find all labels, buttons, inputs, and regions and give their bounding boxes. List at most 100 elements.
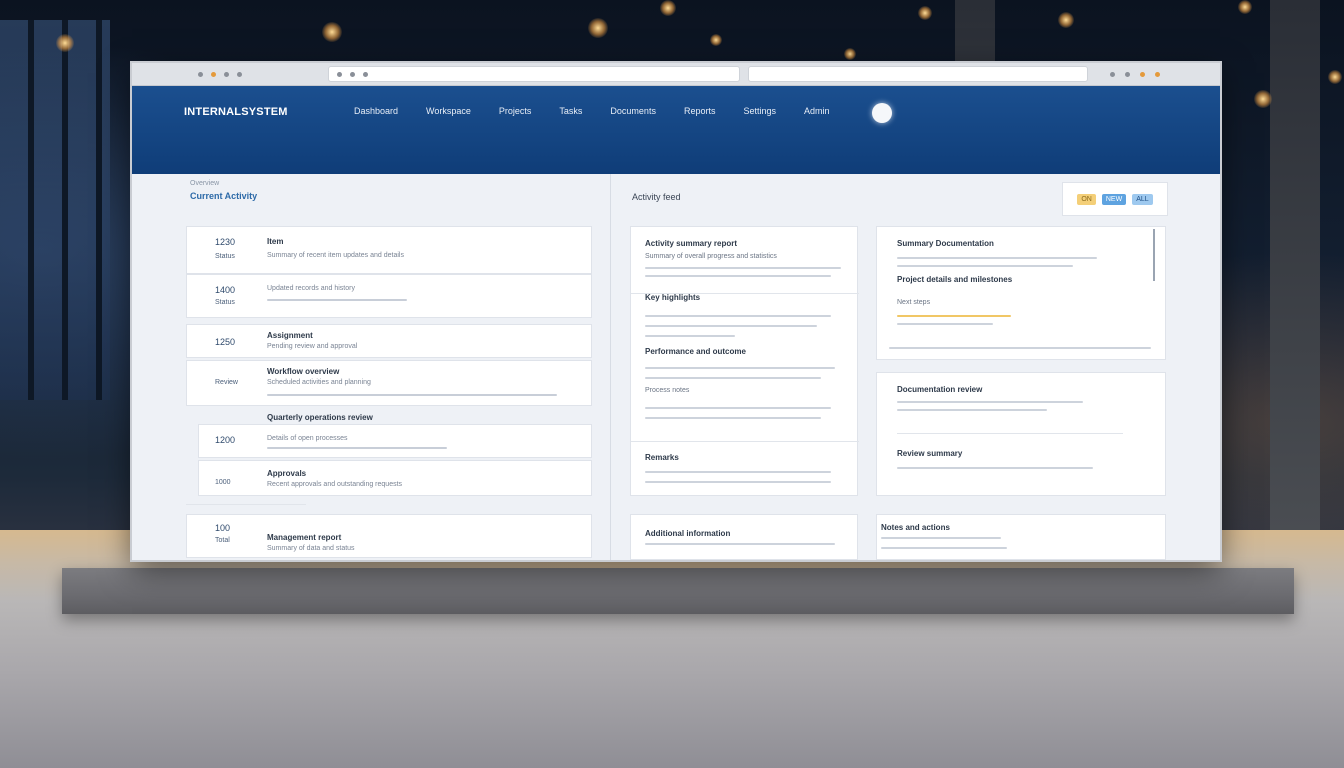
nav-item[interactable]: Dashboard: [354, 106, 398, 116]
nav-item[interactable]: Projects: [499, 106, 532, 116]
window-control-icon[interactable]: [211, 71, 216, 77]
panel-subtitle: Project details and milestones: [897, 275, 1013, 284]
main-content: Overview Current Activity 1230 Status It…: [132, 174, 1220, 560]
divider: [897, 433, 1123, 434]
placeholder-line: [645, 325, 817, 327]
placeholder-line: [897, 467, 1093, 469]
list-item[interactable]: 1000 Approvals Recent approvals and outs…: [198, 460, 592, 496]
brand-logo[interactable]: INTERNALSYSTEM: [184, 106, 334, 118]
browser-icons: [1110, 71, 1160, 77]
list-item[interactable]: 1200 Quarterly operations review Details…: [198, 413, 592, 458]
item-title: Item: [267, 237, 284, 246]
back-icon[interactable]: [337, 71, 342, 77]
placeholder-line: [897, 401, 1083, 403]
item-title: Approvals: [267, 469, 307, 478]
extension-icon[interactable]: [1155, 71, 1160, 77]
panel-heading: Remarks: [645, 453, 679, 462]
item-subtitle: Recent approvals and outstanding request…: [267, 481, 403, 488]
placeholder-line: [645, 335, 735, 337]
placeholder-line: [267, 447, 447, 449]
placeholder-line: [645, 275, 831, 277]
list-item[interactable]: 1400 Status Updated records and history: [186, 274, 592, 318]
bokeh-light: [1238, 0, 1252, 14]
browser-toolbar: [132, 63, 1220, 86]
list-item[interactable]: Review Workflow overview Scheduled activ…: [186, 360, 592, 406]
placeholder-line: [645, 377, 821, 379]
placeholder-line: [881, 547, 1007, 549]
item-status: Status: [215, 299, 235, 306]
toggle-button[interactable]: NEW: [1101, 193, 1127, 205]
item-code: 100: [215, 523, 231, 533]
placeholder-line: [267, 299, 407, 301]
item-subtitle: Summary of data and status: [267, 545, 355, 552]
placeholder-line: [645, 315, 831, 317]
highlight-line: [897, 315, 1011, 317]
address-bar[interactable]: [328, 66, 740, 82]
placeholder-line: [897, 257, 1097, 259]
user-avatar[interactable]: [871, 103, 892, 123]
item-subtitle: Details of open processes: [267, 435, 348, 442]
panel-heading: Key highlights: [645, 293, 701, 302]
window-control-icon[interactable]: [237, 71, 242, 77]
panel-subtitle: Process notes: [645, 387, 690, 394]
item-subtitle: Pending review and approval: [267, 343, 358, 350]
placeholder-line: [645, 543, 835, 545]
item-subtitle: Scheduled activities and planning: [267, 379, 371, 386]
panel-subtitle: Summary of overall progress and statisti…: [645, 253, 777, 260]
placeholder-line: [645, 481, 831, 483]
column-divider: [610, 174, 611, 560]
item-subtitle: Updated records and history: [267, 285, 355, 292]
toggle-button[interactable]: ALL: [1132, 193, 1153, 205]
nav-item[interactable]: Documents: [610, 106, 656, 116]
bokeh-light: [918, 6, 932, 20]
summary-documentation-panel: Summary Documentation Project details an…: [876, 226, 1166, 360]
bokeh-light: [1058, 12, 1074, 28]
panel-heading: Summary Documentation: [897, 239, 994, 248]
placeholder-line: [897, 409, 1047, 411]
nav-item[interactable]: Tasks: [559, 106, 582, 116]
left-section-header: Overview Current Activity: [190, 180, 310, 214]
nav-item[interactable]: Settings: [743, 106, 776, 116]
divider: [631, 441, 859, 442]
bokeh-light: [660, 0, 676, 16]
item-title: Quarterly operations review: [267, 413, 373, 422]
item-code: 1400: [215, 285, 236, 295]
documentation-review-panel: Documentation review Review summary: [876, 372, 1166, 496]
list-item[interactable]: 1230 Status Item Summary of recent item …: [186, 226, 592, 274]
window-mullion: [28, 20, 34, 400]
nav-item[interactable]: Workspace: [426, 106, 471, 116]
extension-icon[interactable]: [1110, 71, 1115, 77]
placeholder-line: [897, 265, 1073, 267]
item-code: 1000: [215, 479, 231, 486]
divider: [186, 504, 306, 505]
extension-icon[interactable]: [1125, 71, 1130, 77]
window-mullion: [62, 20, 68, 400]
app-header: INTERNALSYSTEM Dashboard Workspace Proje…: [132, 86, 1220, 174]
toggle-button[interactable]: ON: [1077, 193, 1096, 205]
window-control-icon[interactable]: [198, 71, 203, 77]
item-status: Total: [215, 537, 230, 544]
placeholder-line: [645, 417, 821, 419]
notes-panel: Notes and actions: [876, 514, 1166, 560]
placeholder-line: [645, 471, 831, 473]
placeholder-line: [897, 323, 993, 325]
forward-icon[interactable]: [350, 71, 355, 77]
bokeh-light: [710, 34, 722, 46]
secondary-address-bar[interactable]: [748, 66, 1088, 82]
scrollbar[interactable]: [1153, 229, 1155, 281]
extension-icon[interactable]: [1140, 71, 1145, 77]
nav-item[interactable]: Reports: [684, 106, 716, 116]
list-item[interactable]: 100 Total Management report Summary of d…: [186, 514, 592, 558]
desk-surface: [0, 530, 1344, 768]
bokeh-light: [322, 22, 342, 42]
monitor-screen: INTERNALSYSTEM Dashboard Workspace Proje…: [132, 63, 1220, 560]
panel-heading: Activity summary report: [645, 239, 738, 248]
list-item[interactable]: 1250 Assignment Pending review and appro…: [186, 324, 592, 358]
panel-heading: Notes and actions: [881, 523, 950, 532]
activity-feed-title: Activity feed: [632, 192, 681, 202]
item-code: 1200: [215, 435, 236, 445]
item-code: Review: [215, 379, 238, 386]
window-control-icon[interactable]: [224, 71, 229, 77]
reload-icon[interactable]: [363, 71, 368, 77]
nav-item[interactable]: Admin: [804, 106, 830, 116]
